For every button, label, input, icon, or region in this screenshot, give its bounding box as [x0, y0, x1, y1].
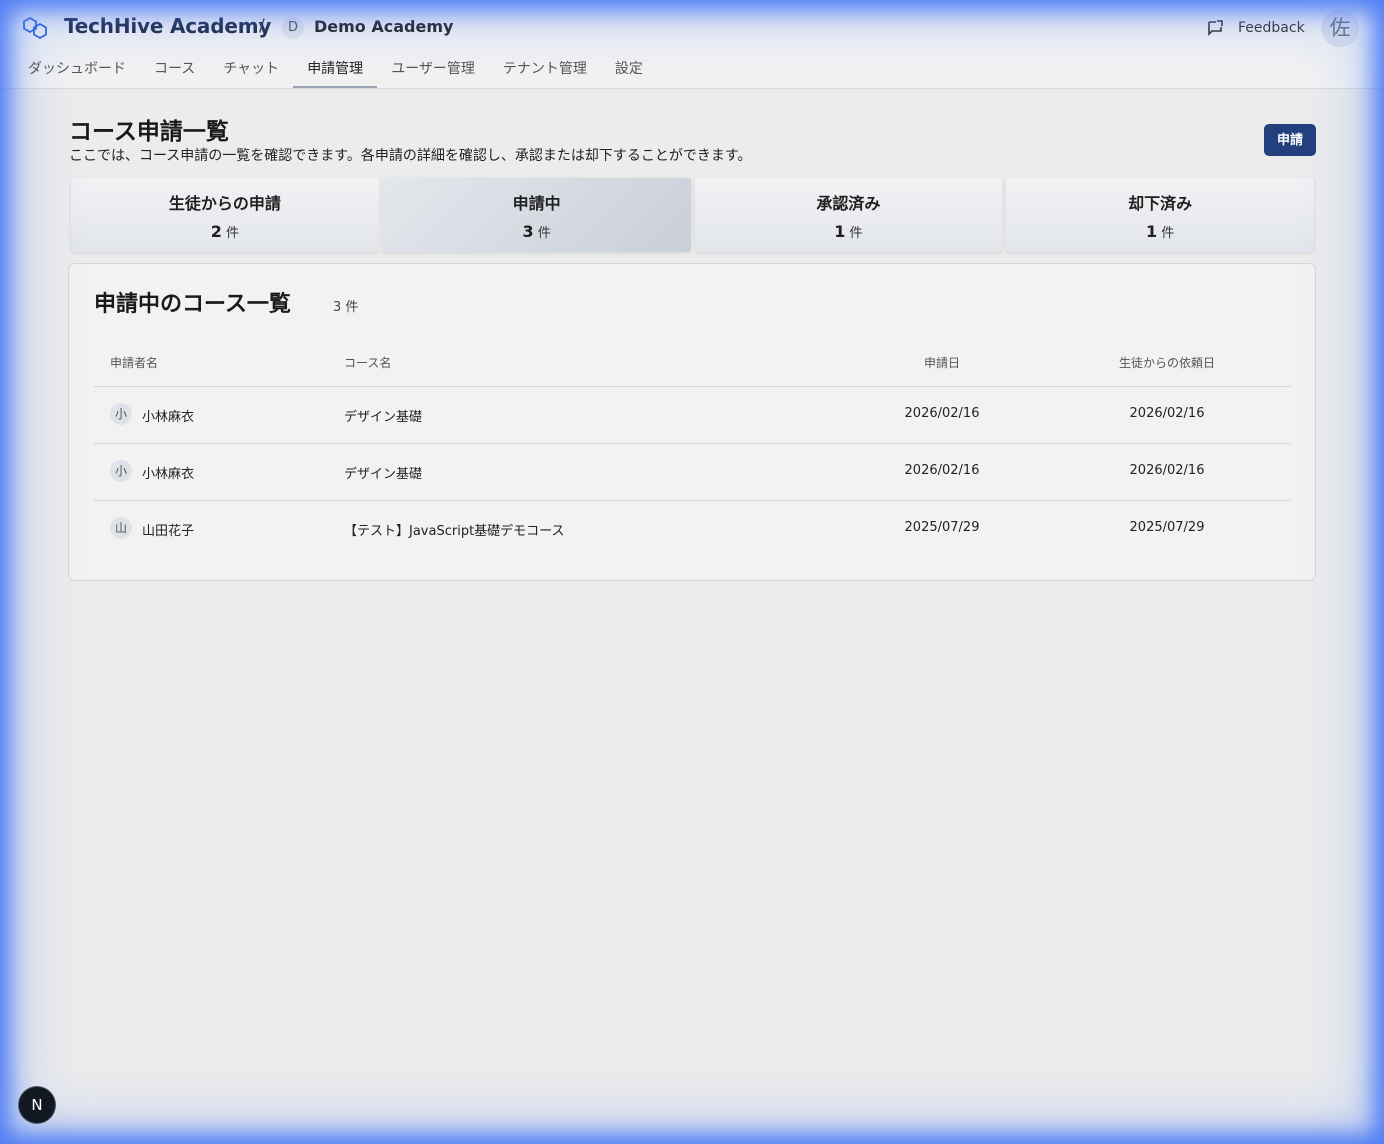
stat-unit: 件 — [1161, 226, 1175, 241]
feedback-icon — [1208, 20, 1223, 36]
stat-count: 2 — [210, 222, 222, 241]
tab-courses[interactable]: コース — [140, 52, 209, 88]
course-name: デザイン基礎 — [344, 410, 423, 425]
student-request-date: 2026/02/16 — [1129, 463, 1205, 478]
dev-tools-badge[interactable]: N — [19, 1087, 55, 1123]
applied-date: 2025/07/29 — [904, 520, 980, 535]
stat-count: 3 — [522, 222, 534, 241]
stat-label: 承認済み — [816, 194, 881, 213]
applicant-name: 小林麻衣 — [142, 410, 195, 425]
stat-unit: 件 — [225, 226, 239, 241]
feedback-button[interactable]: Feedback — [1206, 17, 1305, 39]
breadcrumb-separator: / — [259, 16, 265, 36]
stat-count: 1 — [834, 222, 846, 241]
course-name: デザイン基礎 — [344, 467, 423, 482]
table-header: 申請者名 コース名 申請日 生徒からの依頼日 — [94, 342, 1291, 387]
applications-table: 申請者名 コース名 申請日 生徒からの依頼日 小 小林麻衣 デザイン基礎 202… — [94, 342, 1291, 557]
course-name: 【テスト】JavaScript基礎デモコース — [344, 524, 565, 539]
stat-card-rejected[interactable]: 却下済み 1件 — [1006, 178, 1314, 252]
applicant-avatar: 山 — [110, 517, 132, 539]
tenant-avatar: D — [282, 17, 304, 39]
stat-card-approved[interactable]: 承認済み 1件 — [694, 178, 1003, 252]
stat-card-student-requests[interactable]: 生徒からの申請 2件 — [71, 178, 379, 252]
brand-name[interactable]: TechHive Academy — [64, 14, 271, 38]
student-request-date: 2026/02/16 — [1129, 406, 1205, 421]
app-header: TechHive Academy / D Demo Academy Feedba… — [0, 0, 1384, 89]
student-request-date: 2025/07/29 — [1129, 520, 1205, 535]
page-description: ここでは、コース申請の一覧を確認できます。各申請の詳細を確認し、承認または却下す… — [69, 148, 752, 164]
applicant-name: 小林麻衣 — [142, 467, 195, 482]
table-row[interactable]: 山 山田花子 【テスト】JavaScript基礎デモコース 2025/07/29… — [94, 501, 1291, 557]
tenant-switcher[interactable]: Demo Academy — [314, 17, 453, 36]
applicant-name: 山田花子 — [142, 524, 195, 539]
stat-label: 申請中 — [512, 194, 561, 213]
page: TechHive Academy / D Demo Academy Feedba… — [0, 0, 1384, 1144]
panel-title: 申請中のコース一覧 — [94, 292, 291, 317]
hexagon-logo-icon — [23, 16, 47, 40]
applicant-avatar: 小 — [110, 403, 132, 425]
stat-label: 却下済み — [1128, 194, 1193, 213]
feedback-label: Feedback — [1238, 20, 1305, 36]
tab-applications[interactable]: 申請管理 — [293, 52, 378, 88]
pending-courses-panel: 申請中のコース一覧 3 件 申請者名 コース名 申請日 生徒からの依頼日 小 小… — [68, 263, 1316, 581]
tab-user-management[interactable]: ユーザー管理 — [377, 52, 489, 88]
table-row[interactable]: 小 小林麻衣 デザイン基礎 2026/02/16 2026/02/16 — [94, 387, 1291, 444]
stat-unit: 件 — [849, 226, 863, 241]
applied-date: 2026/02/16 — [904, 463, 980, 478]
stat-unit: 件 — [537, 226, 551, 241]
panel-count: 3 件 — [333, 300, 359, 315]
tab-settings[interactable]: 設定 — [601, 52, 657, 88]
status-filter-cards: 生徒からの申請 2件 申請中 3件 承認済み 1件 却下済み 1件 — [71, 178, 1314, 252]
applicant-avatar: 小 — [110, 460, 132, 482]
tab-dashboard[interactable]: ダッシュボード — [14, 52, 140, 88]
column-header-applied-date[interactable]: 申請日 — [872, 354, 1012, 371]
column-header-course[interactable]: コース名 — [344, 354, 391, 371]
column-header-applicant[interactable]: 申請者名 — [110, 354, 158, 371]
apply-button[interactable]: 申請 — [1264, 124, 1316, 156]
stat-label: 生徒からの申請 — [168, 194, 281, 213]
main-nav: ダッシュボード コース チャット 申請管理 ユーザー管理 テナント管理 設定 — [14, 52, 657, 88]
stat-count: 1 — [1146, 222, 1158, 241]
tab-chat[interactable]: チャット — [209, 52, 293, 88]
column-header-student-request-date[interactable]: 生徒からの依頼日 — [1097, 354, 1237, 371]
stat-card-pending[interactable]: 申請中 3件 — [382, 178, 691, 252]
tab-tenant-management[interactable]: テナント管理 — [489, 52, 601, 88]
user-avatar[interactable]: 佐 — [1321, 9, 1359, 47]
page-title: コース申請一覧 — [69, 119, 229, 145]
table-row[interactable]: 小 小林麻衣 デザイン基礎 2026/02/16 2026/02/16 — [94, 444, 1291, 501]
applied-date: 2026/02/16 — [904, 406, 980, 421]
